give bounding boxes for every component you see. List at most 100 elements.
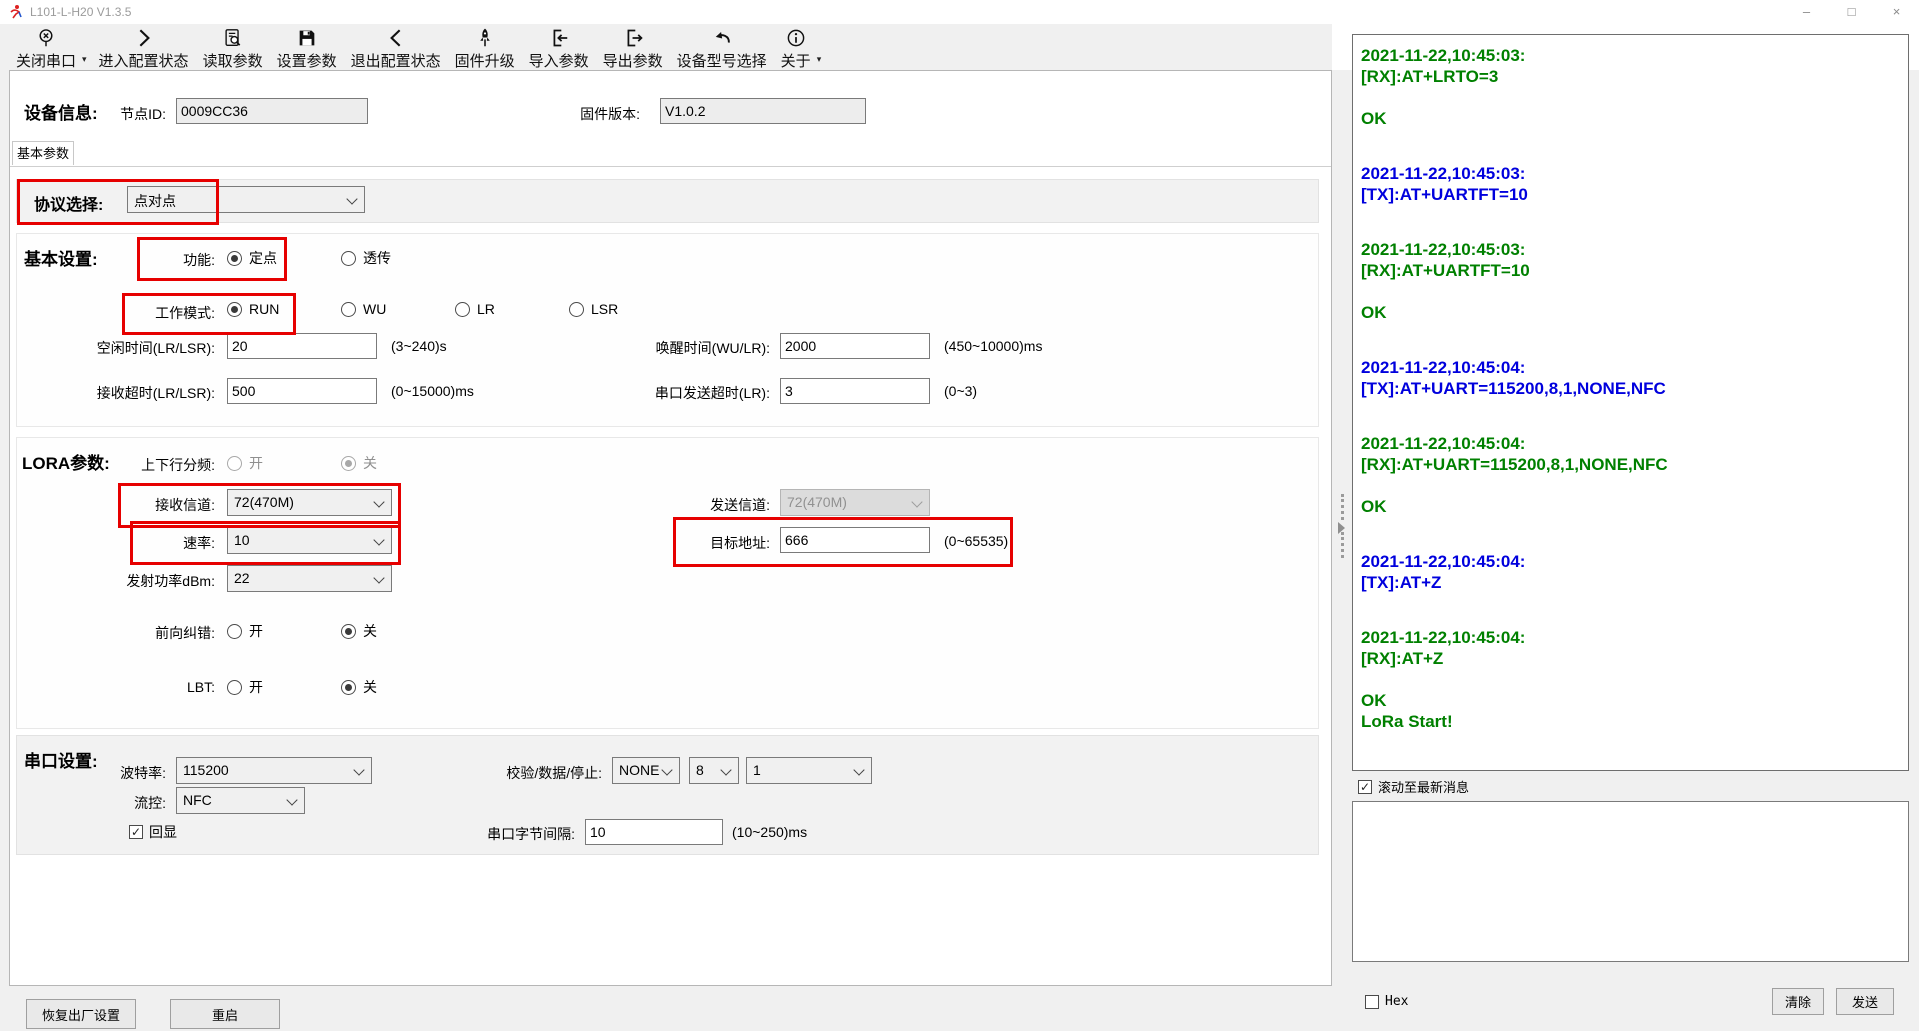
about-icon [785,27,807,49]
rx-timeout-label: 接收超时(LR/LSR): [30,383,215,403]
log-entry: 2021-11-22,10:45:04:[TX]:AT+UART=115200,… [1361,357,1900,399]
target-address-field[interactable] [780,527,930,553]
lbt-radio-off[interactable]: 关 [341,677,377,697]
chevron-down-icon [853,764,864,775]
radio-selected-icon [227,251,242,266]
mode-radio-lsr[interactable]: LSR [569,301,618,317]
flow-control-label: 流控: [66,793,166,813]
lbt-radio-on[interactable]: 开 [227,677,263,697]
updown-radio-off: 关 [341,453,377,473]
write-params-icon [296,27,318,49]
toolbar-export-params-button[interactable]: 导出参数 [603,27,663,71]
splitter-handle[interactable] [1334,70,1350,986]
toolbar-read-params-button[interactable]: 读取参数 [203,27,263,71]
toolbar-exit-config-button[interactable]: 退出配置状态 [351,27,441,71]
uart-tx-timeout-field[interactable] [780,378,930,404]
export-params-icon [622,27,644,49]
scroll-latest-checkbox[interactable]: ✓ 滚动至最新消息 [1358,777,1469,796]
import-params-icon [548,27,570,49]
toolbar-model-select-button[interactable]: 设备型号选择 [677,27,767,71]
lora-params-title: LORA参数: [22,449,110,474]
config-panel: 设备信息: 节点ID: 固件版本: 基本参数 协议选择: 点对点 基本设置: 功… [9,70,1332,986]
close-button[interactable]: × [1874,0,1919,24]
maximize-button[interactable]: □ [1829,0,1874,24]
toolbar-firmware-upgrade-button[interactable]: 固件升级 [455,27,515,71]
toolbar-import-params-button[interactable]: 导入参数 [529,27,589,71]
radio-icon [569,302,584,317]
mode-radio-run[interactable]: RUN [227,301,279,317]
title-bar: L101-L-H20 V1.3.5 – □ × [0,0,1919,24]
log-entry: 2021-11-22,10:45:04:[RX]:AT+Z OKLoRa Sta… [1361,627,1900,732]
echo-checkbox[interactable]: ✓ 回显 [129,822,177,842]
uart-tx-timeout-hint: (0~3) [944,383,977,399]
chevron-down-icon [720,764,731,775]
flow-control-select[interactable]: NFC [176,787,305,814]
radio-icon [455,302,470,317]
minimize-button[interactable]: – [1784,0,1829,24]
toolbar-serial-close-button[interactable]: 关闭串口 [16,27,76,71]
tab-strip: 基本参数 [10,141,1331,167]
toolbar-label: 设备型号选择 [677,50,767,71]
factory-reset-button[interactable]: 恢复出厂设置 [26,999,136,1029]
reboot-button[interactable]: 重启 [170,999,280,1029]
log-entry: 2021-11-22,10:45:04:[TX]:AT+Z [1361,551,1900,593]
send-button[interactable]: 发送 [1836,988,1894,1015]
clear-button[interactable]: 清除 [1772,988,1824,1015]
chevron-down-icon [373,534,384,545]
mode-radio-lr[interactable]: LR [455,301,495,317]
radio-selected-icon [341,680,356,695]
checkbox-checked-icon: ✓ [129,825,143,839]
log-entry: 2021-11-22,10:45:03:[TX]:AT+UARTFT=10 [1361,163,1900,205]
parity-data-stop-label: 校验/数据/停止: [472,763,602,783]
toolbar-label: 进入配置状态 [99,50,189,71]
firmware-version-field[interactable] [660,98,866,124]
rx-channel-select[interactable]: 72(470M) [227,489,392,516]
toolbar-label: 关闭串口 [16,50,76,71]
chevron-down-icon [286,794,297,805]
wake-time-field[interactable] [780,333,930,359]
mode-radio-wu[interactable]: WU [341,301,386,317]
enter-config-icon [133,27,155,49]
toolbar-enter-config-button[interactable]: 进入配置状态 [99,27,189,71]
byte-interval-field[interactable] [585,819,723,845]
baud-rate-select[interactable]: 115200 [176,757,372,784]
toolbar-about-button[interactable]: 关于 [781,27,811,71]
tab-basic-params[interactable]: 基本参数 [12,141,74,165]
data-bits-select[interactable]: 8 [689,757,739,784]
function-radio-touchuan[interactable]: 透传 [341,248,391,268]
log-entry: 2021-11-22,10:45:03:[RX]:AT+UARTFT=10 OK [1361,239,1900,323]
splitter-grip-dots [1341,532,1344,558]
function-radio-dingdian[interactable]: 定点 [227,248,277,268]
fec-radio-off[interactable]: 关 [341,621,377,641]
firmware-upgrade-icon [474,27,496,49]
rx-timeout-field[interactable] [227,378,377,404]
parity-select[interactable]: NONE [612,757,680,784]
protocol-select[interactable]: 点对点 [127,186,365,213]
hex-checkbox[interactable]: Hex [1365,994,1408,1009]
radio-icon [227,680,242,695]
toolbar-write-params-button[interactable]: 设置参数 [277,27,337,71]
chevron-down-icon [661,764,672,775]
protocol-label: 协议选择: [34,191,103,215]
fec-radio-on[interactable]: 开 [227,621,263,641]
wake-time-label: 唤醒时间(WU/LR): [585,338,770,358]
serial-close-icon [35,27,57,49]
idle-time-label: 空闲时间(LR/LSR): [30,338,215,358]
toolbar-label: 导出参数 [603,50,663,71]
work-mode-label: 工作模式: [105,303,215,323]
node-id-field[interactable] [176,98,368,124]
tx-channel-select: 72(470M) [780,489,930,516]
chevron-down-icon [353,764,364,775]
checkbox-checked-icon: ✓ [1358,780,1372,794]
send-input[interactable] [1352,801,1909,962]
dropdown-caret-icon[interactable]: ▾ [82,54,87,65]
log-output[interactable]: 2021-11-22,10:45:03:[RX]:AT+LRTO=3 OK202… [1352,34,1909,771]
stop-bits-select[interactable]: 1 [746,757,872,784]
function-label: 功能: [115,250,215,270]
chevron-down-icon [373,496,384,507]
toolbar-label: 退出配置状态 [351,50,441,71]
dropdown-caret-icon[interactable]: ▾ [817,54,822,65]
idle-time-field[interactable] [227,333,377,359]
tx-power-select[interactable]: 22 [227,565,392,592]
rate-select[interactable]: 10 [227,527,392,554]
